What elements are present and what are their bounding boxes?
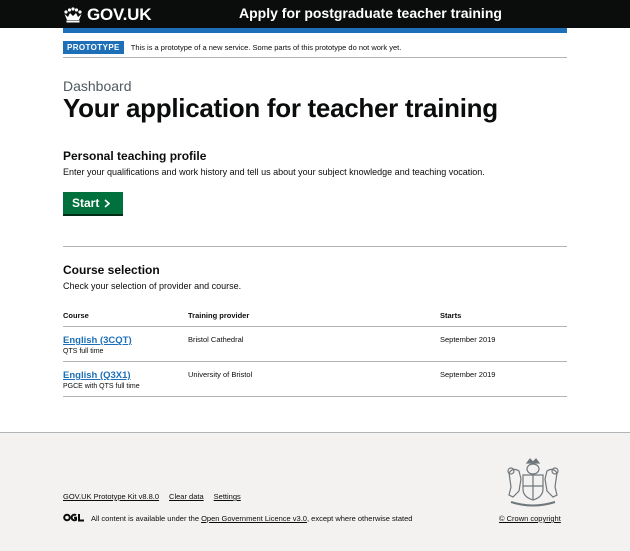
provider-cell: University of Bristol [188,370,253,379]
header-blue-bar [63,28,567,33]
course-link[interactable]: English (Q3X1) [63,370,140,381]
footer-link-prototype-kit[interactable]: GOV.UK Prototype Kit v8.8.0 [63,492,159,501]
start-button-label: Start [72,196,100,210]
course-qualification: PGCE with QTS full time [63,383,140,390]
phase-banner-text: This is a prototype of a new service. So… [130,43,402,52]
course-link[interactable]: English (3CQT) [63,335,132,346]
section-divider [63,246,567,247]
footer-link-settings[interactable]: Settings [214,492,241,501]
column-header-provider: Training provider [188,311,250,320]
start-button[interactable]: Start [63,192,123,214]
logo-text: GOV.UK [87,5,152,24]
profile-heading: Personal teaching profile [63,149,207,163]
course-qualification: QTS full time [63,348,104,355]
table-row: English (Q3X1) PGCE with QTS full time U… [63,362,567,397]
licence-link[interactable]: Open Government Licence v3.0 [201,514,307,523]
royal-arms-crest [507,458,559,507]
phase-banner: PROTOTYPE This is a prototype of a new s… [63,38,567,58]
phase-tag: PROTOTYPE [63,41,124,54]
footer-link-clear-data[interactable]: Clear data [169,492,204,501]
course-selection-heading: Course selection [63,263,160,277]
course-cell: English (3CQT) QTS full time [63,335,132,355]
course-table: Course Training provider Starts English … [63,309,567,397]
crown-copyright-link[interactable]: © Crown copyright [499,514,561,523]
govuk-footer: GOV.UK Prototype Kit v8.8.0 Clear data S… [0,432,630,551]
provider-cell: Bristol Cathedral [188,335,244,344]
profile-description: Enter your qualifications and work histo… [63,167,485,177]
course-selection-description: Check your selection of provider and cou… [63,281,242,291]
licence-text: All content is available under the Open … [91,514,413,523]
column-header-course: Course [63,311,89,320]
page-caption: Dashboard [63,78,132,94]
table-header-row: Course Training provider Starts [63,309,567,327]
table-row: English (3CQT) QTS full time Bristol Cat… [63,327,567,362]
page-title: Your application for teacher training [63,93,498,123]
starts-cell: September 2019 [440,335,496,344]
govuk-header: GOV.UK Apply for postgraduate teacher tr… [0,0,630,28]
ogl-logo [63,513,84,522]
govuk-logo-link[interactable]: GOV.UK [63,5,152,25]
crown-icon [64,7,82,23]
footer-links: GOV.UK Prototype Kit v8.8.0 Clear data S… [63,492,241,501]
column-header-starts: Starts [440,311,462,320]
service-name-link[interactable]: Apply for postgraduate teacher training [239,5,502,21]
starts-cell: September 2019 [440,370,496,379]
course-cell: English (Q3X1) PGCE with QTS full time [63,370,140,390]
chevron-right-icon [104,198,111,208]
